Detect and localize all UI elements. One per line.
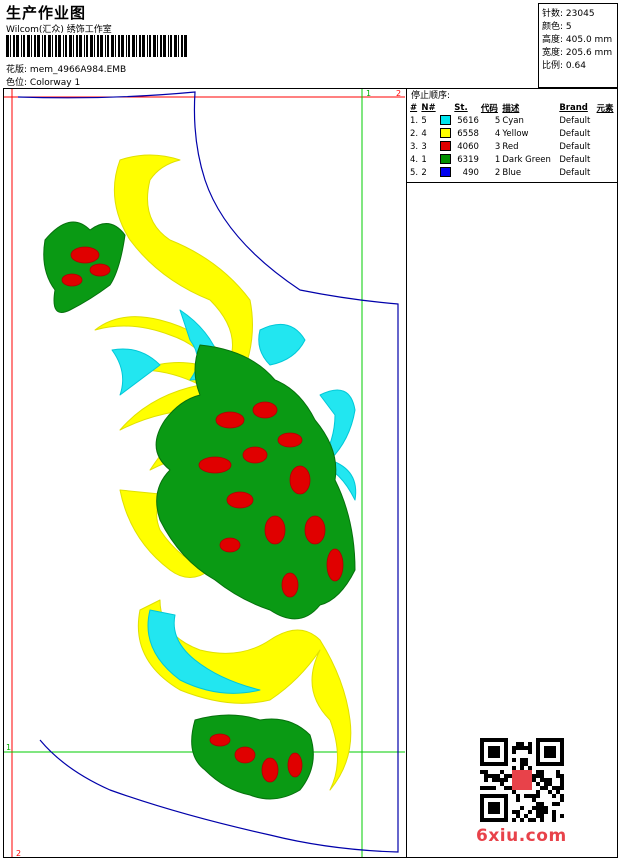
guide-label-top-right: 2	[396, 89, 401, 98]
site-logo: 6xiu.com	[476, 826, 567, 846]
green-flower-top	[43, 221, 126, 313]
green-flower-main	[155, 344, 356, 620]
guide-label-bottom: 2	[16, 849, 21, 858]
guide-label-top-left: 1	[366, 89, 371, 98]
guide-label-side: 1	[6, 743, 11, 752]
embroidery-drawing: 1 2 1 2	[4, 89, 405, 858]
embroidery-motif	[43, 154, 357, 800]
cyan-swirl-top	[258, 323, 306, 366]
cyan-swirl-left	[111, 348, 161, 396]
qr-code-icon	[480, 738, 564, 822]
